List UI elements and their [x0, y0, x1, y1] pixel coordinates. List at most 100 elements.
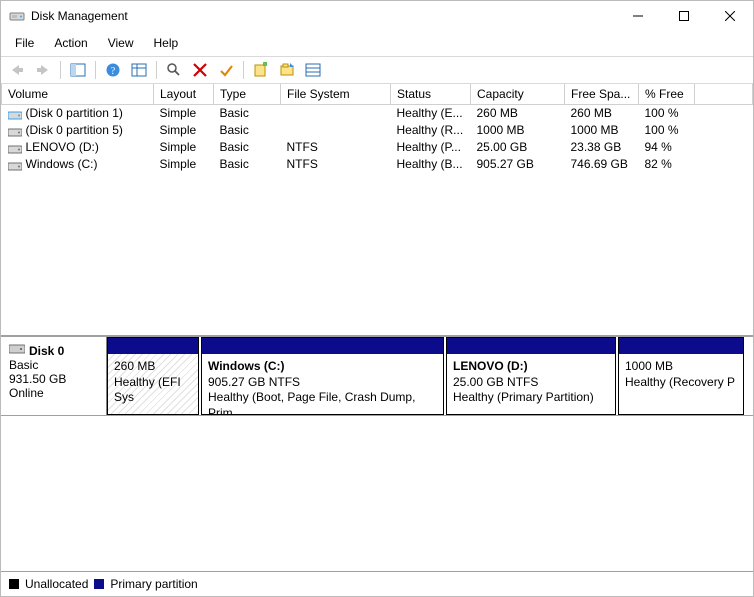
- volume-pctfree: 82 %: [639, 156, 695, 173]
- menu-action[interactable]: Action: [46, 34, 95, 52]
- show-hide-tree-button[interactable]: [66, 59, 90, 81]
- forward-button: [31, 59, 55, 81]
- partition-bar: [447, 338, 615, 354]
- menu-file[interactable]: File: [7, 34, 42, 52]
- volume-free: 746.69 GB: [565, 156, 639, 173]
- disk-icon: [9, 343, 25, 358]
- partition-status: Healthy (Boot, Page File, Crash Dump, Pr…: [208, 390, 437, 415]
- volume-type: Basic: [214, 105, 281, 122]
- title-bar: Disk Management: [1, 1, 753, 31]
- volume-capacity: 905.27 GB: [471, 156, 565, 173]
- volume-pctfree: 100 %: [639, 122, 695, 139]
- close-button[interactable]: [707, 1, 753, 31]
- list-button[interactable]: [301, 59, 325, 81]
- col-volume[interactable]: Volume: [2, 84, 154, 105]
- partition-size: 905.27 GB NTFS: [208, 375, 437, 391]
- partition-bar: [202, 338, 443, 354]
- primary-swatch: [94, 579, 104, 589]
- partition-status: Healthy (Primary Partition): [453, 390, 609, 406]
- table-row[interactable]: LENOVO (D:)SimpleBasicNTFSHealthy (P...2…: [2, 139, 753, 156]
- apply-button[interactable]: [214, 59, 238, 81]
- col-spacer: [695, 84, 753, 105]
- app-icon: [9, 8, 25, 24]
- drive-icon: [8, 143, 22, 153]
- disk-type: Basic: [9, 358, 98, 372]
- volume-type: Basic: [214, 139, 281, 156]
- minimize-button[interactable]: [615, 1, 661, 31]
- table-row[interactable]: Windows (C:)SimpleBasicNTFSHealthy (B...…: [2, 156, 753, 173]
- volume-free: 1000 MB: [565, 122, 639, 139]
- col-type[interactable]: Type: [214, 84, 281, 105]
- window-controls: [615, 1, 753, 31]
- volume-pctfree: 100 %: [639, 105, 695, 122]
- partition-bar: [108, 338, 198, 354]
- col-layout[interactable]: Layout: [154, 84, 214, 105]
- col-capacity[interactable]: Capacity: [471, 84, 565, 105]
- volume-type: Basic: [214, 122, 281, 139]
- volume-pctfree: 94 %: [639, 139, 695, 156]
- volume-fs: [281, 105, 391, 122]
- volume-list-pane: Volume Layout Type File System Status Ca…: [1, 84, 753, 336]
- partition-size: 25.00 GB NTFS: [453, 375, 609, 391]
- volume-fs: NTFS: [281, 156, 391, 173]
- volume-status: Healthy (P...: [391, 139, 471, 156]
- partition-strip: 260 MBHealthy (EFI SysWindows (C:)905.27…: [107, 337, 753, 415]
- col-fs[interactable]: File System: [281, 84, 391, 105]
- legend-primary: Primary partition: [110, 577, 197, 591]
- volume-status: Healthy (E...: [391, 105, 471, 122]
- disk-state: Online: [9, 386, 98, 400]
- help-button[interactable]: ?: [101, 59, 125, 81]
- drive-icon: [8, 109, 22, 119]
- volume-name: (Disk 0 partition 5): [26, 123, 123, 137]
- volume-name: (Disk 0 partition 1): [26, 106, 123, 120]
- volume-table-header[interactable]: Volume Layout Type File System Status Ca…: [2, 84, 753, 105]
- maximize-button[interactable]: [661, 1, 707, 31]
- col-free[interactable]: Free Spa...: [565, 84, 639, 105]
- table-row[interactable]: (Disk 0 partition 5)SimpleBasicHealthy (…: [2, 122, 753, 139]
- partition-title: Windows (C:): [208, 359, 437, 375]
- volume-capacity: 25.00 GB: [471, 139, 565, 156]
- menu-help[interactable]: Help: [146, 34, 187, 52]
- delete-button[interactable]: [188, 59, 212, 81]
- back-button: [5, 59, 29, 81]
- col-status[interactable]: Status: [391, 84, 471, 105]
- col-pctfree[interactable]: % Free: [639, 84, 695, 105]
- partition-title: LENOVO (D:): [453, 359, 609, 375]
- volume-layout: Simple: [154, 156, 214, 173]
- volume-free: 23.38 GB: [565, 139, 639, 156]
- disk-info[interactable]: Disk 0 Basic 931.50 GB Online: [1, 337, 107, 415]
- volume-capacity: 260 MB: [471, 105, 565, 122]
- volume-name: LENOVO (D:): [26, 140, 99, 154]
- attach-button[interactable]: [275, 59, 299, 81]
- disk-row[interactable]: Disk 0 Basic 931.50 GB Online 260 MBHeal…: [1, 336, 753, 416]
- partition-status: Healthy (EFI Sys: [114, 375, 192, 406]
- partition-status: Healthy (Recovery P: [625, 375, 737, 391]
- volume-table[interactable]: Volume Layout Type File System Status Ca…: [1, 84, 753, 173]
- volume-layout: Simple: [154, 105, 214, 122]
- svg-text:?: ?: [111, 66, 116, 77]
- table-row[interactable]: (Disk 0 partition 1) SimpleBasic Healthy (…: [2, 105, 753, 122]
- disk-size: 931.50 GB: [9, 372, 98, 386]
- find-button[interactable]: [162, 59, 186, 81]
- volume-fs: [281, 122, 391, 139]
- toolbar: ?: [1, 56, 753, 84]
- settings-button[interactable]: [127, 59, 151, 81]
- new-button[interactable]: [249, 59, 273, 81]
- partition-box[interactable]: 1000 MBHealthy (Recovery P: [618, 337, 744, 415]
- partition-size: 260 MB: [114, 359, 192, 375]
- legend: Unallocated Primary partition: [1, 571, 753, 596]
- volume-free: 260 MB: [565, 105, 639, 122]
- volume-name: Windows (C:): [26, 157, 98, 171]
- drive-icon: [8, 160, 22, 170]
- partition-box[interactable]: Windows (C:)905.27 GB NTFSHealthy (Boot,…: [201, 337, 444, 415]
- volume-status: Healthy (B...: [391, 156, 471, 173]
- volume-status: Healthy (R...: [391, 122, 471, 139]
- legend-unallocated: Unallocated: [25, 577, 88, 591]
- disk-graphical-pane: Disk 0 Basic 931.50 GB Online 260 MBHeal…: [1, 336, 753, 571]
- partition-box[interactable]: 260 MBHealthy (EFI Sys: [107, 337, 199, 415]
- menu-view[interactable]: View: [100, 34, 142, 52]
- menu-bar: File Action View Help: [1, 31, 753, 56]
- volume-fs: NTFS: [281, 139, 391, 156]
- volume-capacity: 1000 MB: [471, 122, 565, 139]
- partition-box[interactable]: LENOVO (D:)25.00 GB NTFSHealthy (Primary…: [446, 337, 616, 415]
